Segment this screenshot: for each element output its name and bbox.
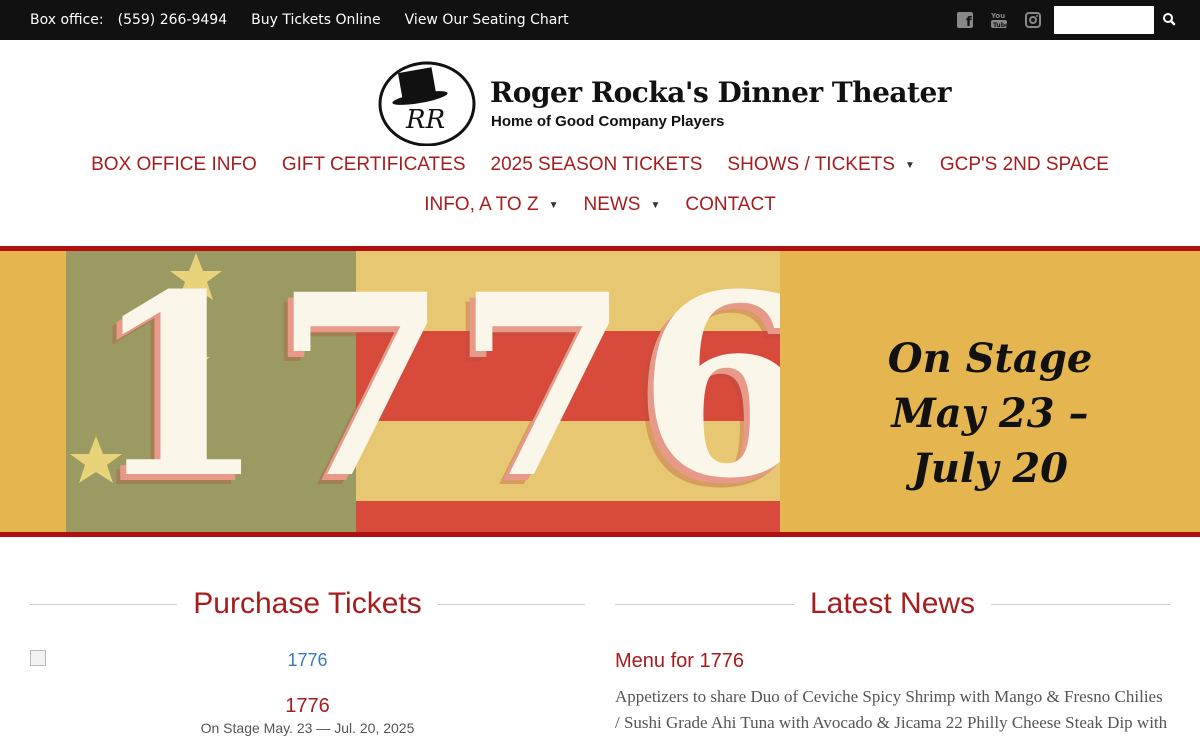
nav-item-season-tickets[interactable]: 2025 SEASON TICKETS [491,154,703,176]
caret-down-icon: ▼ [904,159,915,171]
show-image-link[interactable]: 1776 [30,650,585,672]
nav-item-news[interactable]: NEWS ▼ [583,194,660,216]
caret-down-icon: ▼ [548,199,559,211]
hero-banner[interactable]: 1776 On Stage May 23 – July 20 [0,246,1200,537]
flag-artwork: 1776 [66,251,780,532]
heading-rule [991,603,1171,605]
logo-monogram: RR [405,105,445,135]
banner-stage-dates: On Stage May 23 – July 20 [880,331,1100,496]
heading-rule [30,603,178,605]
show-image-alt: 1776 [287,650,328,670]
svg-text:f: f [966,15,972,28]
youtube-icon[interactable]: You Tube [989,10,1009,30]
top-bar: Box office: (559) 266-9494 Buy Tickets O… [0,0,1200,40]
social-links: f You Tube [955,10,1043,30]
section-title: Latest News [809,587,976,620]
svg-text:Tube: Tube [993,22,1008,29]
stage-line-1: On Stage [887,335,1093,382]
purchase-heading: Purchase Tickets [30,580,585,628]
instagram-icon[interactable] [1023,10,1043,30]
main-nav-row-2: INFO, A TO Z ▼ NEWS ▼ CONTACT [0,194,1200,216]
site-logo[interactable]: RR Roger Rocka's Dinner Theater Home of … [378,58,952,148]
news-item-excerpt: Appetizers to share Duo of Ceviche Spicy… [615,687,1168,732]
heading-rule [615,603,794,605]
news-item-title-link[interactable]: Menu for 1776 [615,650,744,673]
nav-item-gift-certificates[interactable]: GIFT CERTIFICATES [282,154,466,176]
svg-text:You: You [990,12,1005,20]
nav-item-box-office-info[interactable]: BOX OFFICE INFO [91,154,257,176]
nav-item-shows-tickets[interactable]: SHOWS / TICKETS ▼ [727,154,914,176]
nav-item-contact[interactable]: CONTACT [685,194,775,216]
stage-line-3: July 20 [911,445,1069,492]
caret-down-icon: ▼ [650,199,661,211]
search-input[interactable] [1054,6,1154,34]
stage-line-2: May 23 – [891,390,1089,437]
site-subtitle: Home of Good Company Players [491,113,725,130]
nav-item-info-a-to-z[interactable]: INFO, A TO Z ▼ [424,194,558,216]
purchase-tickets-section: Purchase Tickets 1776 1776 On Stage May.… [30,580,585,736]
seating-chart-link[interactable]: View Our Seating Chart [405,12,569,28]
buy-tickets-link[interactable]: Buy Tickets Online [251,12,381,28]
box-office-label: Box office: [30,12,104,28]
news-heading: Latest News [615,580,1171,628]
site-title: Roger Rocka's Dinner Theater [490,76,952,109]
top-hat-logo-icon: RR [378,61,476,146]
search-icon[interactable] [1160,10,1180,30]
facebook-icon[interactable]: f [955,10,975,30]
box-office-phone-link[interactable]: (559) 266-9494 [118,12,228,28]
latest-news-section: Latest News Menu for 1776 Appetizers to … [615,580,1171,732]
top-links: Box office: (559) 266-9494 Buy Tickets O… [30,0,569,40]
heading-rule [437,603,585,605]
nav-item-2nd-space[interactable]: GCP'S 2ND SPACE [940,154,1109,176]
banner-year: 1776 [92,251,780,532]
show-dates: On Stage May. 23 — Jul. 20, 2025 [200,720,415,736]
section-title: Purchase Tickets [193,587,422,620]
main-nav-row-1: BOX OFFICE INFO GIFT CERTIFICATES 2025 S… [0,154,1200,176]
show-title-link[interactable]: 1776 [30,695,585,718]
